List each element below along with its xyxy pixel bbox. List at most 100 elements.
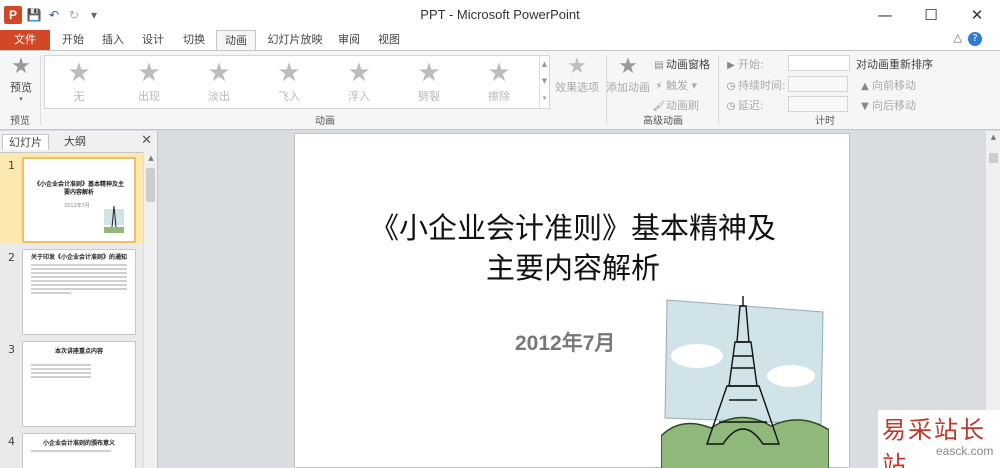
start-label-text: 开始:: [738, 58, 764, 71]
thumbnail-text-line: [31, 368, 91, 370]
window-controls: — ☐ ✕: [862, 0, 1000, 30]
delay-spinner[interactable]: [788, 96, 848, 112]
effect-label: 无: [73, 90, 85, 103]
ribbon-tab-bar: 文件 开始 插入 设计 切换 动画 幻灯片放映 审阅 视图 △ ?: [0, 30, 1000, 51]
tab-review[interactable]: 审阅: [332, 30, 366, 50]
preview-label: 预览: [10, 81, 32, 94]
effect-label: 浮入: [348, 90, 370, 103]
tab-slides[interactable]: 幻灯片: [2, 134, 49, 150]
reorder-label: 对动画重新排序: [856, 58, 933, 71]
scroll-up-icon[interactable]: ▲: [986, 133, 1000, 141]
effect-float-in[interactable]: ★ 浮入: [329, 58, 389, 104]
close-panel-icon[interactable]: ✕: [141, 133, 152, 148]
delay-clock-icon: ◷: [726, 101, 736, 112]
thumbnail-title: 关于印发《小企业会计准则》的通知: [31, 254, 128, 261]
ribbon-collapse-icon[interactable]: △: [954, 31, 962, 44]
minimize-icon[interactable]: —: [862, 0, 908, 30]
slide-title-line-1: 《小企业会计准则》基本精神及: [369, 211, 776, 245]
star-icon: ★: [417, 58, 441, 88]
help-icon[interactable]: ?: [968, 32, 982, 46]
painter-icon: 🖌: [652, 101, 666, 112]
scroll-thumb[interactable]: [989, 153, 998, 163]
slide-thumbnail-4[interactable]: 小企业会计准则的颁布意义: [22, 433, 136, 468]
thumbnail-text-line: [31, 288, 127, 290]
tab-slideshow[interactable]: 幻灯片放映: [260, 30, 330, 50]
scroll-thumb[interactable]: [146, 168, 155, 202]
slide-title-line-2: 主要内容解析: [485, 251, 660, 285]
move-earlier-icon: ▲: [861, 81, 869, 92]
duration-label: ◷ 持续时间:: [724, 77, 786, 93]
thumbnail-text-line: [31, 276, 127, 278]
effect-split[interactable]: ★ 劈裂: [399, 58, 459, 104]
effect-wipe[interactable]: ★ 擦除: [469, 58, 529, 104]
trigger-label: 触发: [666, 79, 688, 92]
tab-file[interactable]: 文件: [0, 30, 50, 50]
slide-thumbnail-1[interactable]: 《小企业会计准则》基本精神及主要内容解析 2012年7月: [22, 157, 136, 243]
preview-button[interactable]: ★ 预览 ▾: [4, 54, 38, 104]
thumbnail-text-line: [31, 376, 91, 378]
tab-animations[interactable]: 动画: [216, 30, 256, 51]
animation-pane-icon: ▤: [654, 60, 664, 71]
star-icon: ★: [67, 58, 91, 88]
slide-title[interactable]: 《小企业会计准则》基本精神及 主要内容解析: [295, 208, 851, 288]
slide-date[interactable]: 2012年7月: [515, 327, 615, 357]
effect-fly-in[interactable]: ★ 飞入: [259, 58, 319, 104]
watermark-english-text: easck.com: [936, 444, 994, 458]
star-icon: ★: [487, 58, 511, 88]
window-title: PPT - Microsoft PowerPoint: [420, 7, 580, 22]
slide-number: 2: [8, 251, 15, 264]
thumbnail-text-line: [31, 280, 127, 282]
animation-pane-button[interactable]: ▤ 动画窗格: [652, 56, 710, 72]
trigger-icon: ⚡: [655, 81, 663, 92]
effect-fade[interactable]: ★ 淡出: [189, 58, 249, 104]
star-icon: ★: [207, 58, 231, 88]
group-label-animation: 动画: [315, 116, 335, 127]
group-divider: [40, 55, 41, 125]
start-label: ▶ 开始:: [724, 56, 764, 72]
start-icon: ▶: [727, 60, 735, 71]
eiffel-tower-clipart[interactable]: [661, 296, 829, 468]
tab-view[interactable]: 视图: [372, 30, 406, 50]
tab-home[interactable]: 开始: [56, 30, 90, 50]
add-animation-icon: ★: [618, 54, 638, 79]
start-dropdown[interactable]: [788, 55, 850, 71]
slide-number: 1: [8, 159, 15, 172]
watermark-chinese-text: 易采站长站: [882, 416, 986, 468]
current-slide[interactable]: 《小企业会计准则》基本精神及 主要内容解析 2012年7月: [294, 133, 850, 468]
slide-number: 3: [8, 343, 15, 356]
effect-label: 淡出: [208, 90, 230, 103]
animation-effects-gallery: ★ 无 ★ 出现 ★ 淡出 ★ 飞入 ★ 浮入 ★ 劈裂 ★ 擦除 ▲ ▼ ▾: [44, 55, 550, 109]
add-animation-label: 添加动画: [606, 81, 650, 94]
effect-options-button[interactable]: ★ 效果选项: [552, 55, 602, 95]
move-later-button[interactable]: ▼ 向后移动: [858, 97, 916, 113]
move-earlier-button[interactable]: ▲ 向前移动: [858, 77, 916, 93]
animation-painter-button[interactable]: 🖌动画刷: [652, 97, 699, 113]
slide-thumbnails: 1 《小企业会计准则》基本精神及主要内容解析 2012年7月 2 关于印发《小企…: [0, 152, 143, 468]
effect-appear[interactable]: ★ 出现: [119, 58, 179, 104]
close-icon[interactable]: ✕: [954, 0, 1000, 30]
thumbnail-text-line: [31, 364, 91, 366]
add-animation-button[interactable]: ★ 添加动画: [606, 55, 650, 95]
duration-spinner[interactable]: [788, 76, 848, 92]
tab-outline[interactable]: 大纲: [58, 134, 92, 150]
star-icon: ★: [137, 58, 161, 88]
tab-transitions[interactable]: 切换: [176, 30, 212, 50]
preview-star-icon: ★: [11, 54, 31, 79]
maximize-icon[interactable]: ☐: [908, 0, 954, 30]
slide-thumbnail-3[interactable]: 本次讲座重点内容: [22, 341, 136, 427]
eiffel-tower-thumbnail-icon: [104, 205, 124, 233]
slide-thumbnail-2[interactable]: 关于印发《小企业会计准则》的通知: [22, 249, 136, 335]
group-label-advanced: 高级动画: [643, 116, 683, 127]
move-earlier-label: 向前移动: [872, 79, 916, 92]
slides-panel-scrollbar[interactable]: ▲: [143, 152, 157, 468]
effect-label: 出现: [138, 90, 160, 103]
tab-insert[interactable]: 插入: [96, 30, 130, 50]
move-later-icon: ▼: [861, 101, 869, 112]
gallery-scrollbar[interactable]: ▲ ▼ ▾: [539, 56, 549, 108]
scroll-up-icon[interactable]: ▲: [144, 154, 158, 162]
effect-label: 飞入: [278, 90, 300, 103]
effect-none[interactable]: ★ 无: [49, 58, 109, 104]
star-icon: ★: [277, 58, 301, 88]
trigger-button[interactable]: ⚡ 触发 ▾: [652, 77, 697, 93]
tab-design[interactable]: 设计: [136, 30, 170, 50]
